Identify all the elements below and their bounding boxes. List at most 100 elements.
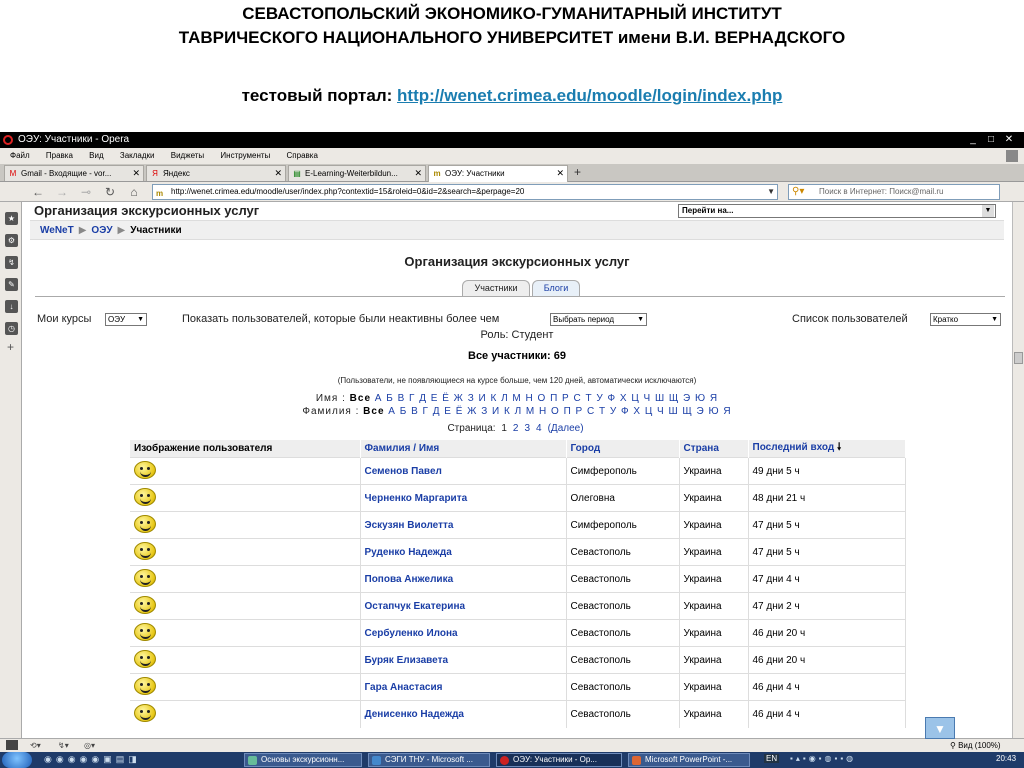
quick-launch-icons[interactable]: ◉◉◉◉◉▣▤◨ xyxy=(44,754,141,765)
user-list-select[interactable]: Кратко ▼ xyxy=(930,313,1001,326)
close-tab-icon[interactable]: ✕ xyxy=(556,166,564,181)
page-link[interactable]: 4 xyxy=(536,423,542,434)
col-lastaccess[interactable]: Последний вход 🠗 xyxy=(748,440,906,458)
menu-bookmarks[interactable]: Закладки xyxy=(120,148,155,164)
portal-link[interactable]: http://wenet.crimea.edu/moodle/login/ind… xyxy=(397,86,782,105)
user-avatar-icon[interactable] xyxy=(134,541,156,560)
page-link[interactable]: 2 xyxy=(513,423,519,434)
url-input[interactable]: m http://wenet.crimea.edu/moodle/user/in… xyxy=(152,184,778,200)
user-name[interactable]: Буряк Елизавета xyxy=(360,646,567,674)
task-segi[interactable]: СЭГИ ТНУ - Microsoft ... xyxy=(368,753,490,767)
user-avatar-icon[interactable] xyxy=(134,622,156,641)
user-avatar-icon[interactable] xyxy=(134,676,156,695)
tab-participants[interactable]: m ОЭУ: Участники ✕ xyxy=(428,165,568,182)
panel-toggle-icon[interactable] xyxy=(6,740,18,750)
user-name[interactable]: Семенов Павел xyxy=(360,457,567,485)
close-icon[interactable]: ✕ xyxy=(1002,133,1016,146)
back-icon[interactable]: ← xyxy=(30,184,46,200)
menu-view[interactable]: Вид xyxy=(89,148,103,164)
menu-help[interactable]: Справка xyxy=(287,148,318,164)
start-button[interactable] xyxy=(2,752,32,768)
downloads-panel-icon[interactable]: ↓ xyxy=(5,300,18,313)
user-name[interactable]: Руденко Надежда xyxy=(360,538,567,566)
filter-row: Мои курсы ОЭУ ▼ Показать пользователей, к… xyxy=(22,311,1012,327)
col-lastaccess-link[interactable]: Последний вход xyxy=(753,442,835,453)
bookmarks-panel-icon[interactable]: ★ xyxy=(5,212,18,225)
next-page-link[interactable]: (Далее) xyxy=(548,423,584,434)
user-name[interactable]: Черненко Маргарита xyxy=(360,484,567,512)
turbo-icon[interactable]: ◎▾ xyxy=(84,739,95,752)
search-input[interactable]: ⚲▾ Поиск в Интернет: Поиск@mail.ru xyxy=(788,184,1000,200)
close-tab-icon[interactable]: ✕ xyxy=(274,166,282,181)
user-avatar-icon[interactable] xyxy=(134,703,156,722)
col-firstname-link[interactable]: Имя xyxy=(419,443,439,454)
tab-yandex[interactable]: Я Яндекс ✕ xyxy=(146,165,286,181)
home-icon[interactable]: ⌂ xyxy=(126,184,142,200)
user-name[interactable]: Гара Анастасия xyxy=(360,673,567,701)
user-name[interactable]: Денисенко Надежда xyxy=(360,700,567,728)
zoom-level[interactable]: ⚲ Вид (100%) xyxy=(950,739,1001,752)
menu-tools[interactable]: Инструменты xyxy=(220,148,270,164)
user-avatar-icon[interactable] xyxy=(134,595,156,614)
user-avatar-icon[interactable] xyxy=(134,568,156,587)
col-city[interactable]: Город xyxy=(566,440,680,458)
task-opera[interactable]: ОЭУ: Участники - Op... xyxy=(496,753,622,767)
scrollbar-thumb[interactable] xyxy=(1014,352,1023,364)
rewind-icon[interactable]: ⊸ xyxy=(78,184,94,200)
user-name[interactable]: Эскузян Виолетта xyxy=(360,511,567,539)
trash-icon[interactable] xyxy=(1006,150,1018,162)
history-panel-icon[interactable]: ◷ xyxy=(5,322,18,335)
tab-participants-page[interactable]: Участники xyxy=(462,280,530,296)
tab-gmail[interactable]: M Gmail - Входящие - vor... ✕ xyxy=(4,165,144,181)
language-indicator[interactable]: EN xyxy=(764,754,780,763)
notes-panel-icon[interactable]: ✎ xyxy=(5,278,18,291)
tab-elearning[interactable]: ▤ E-Learning-Weiterbildun... ✕ xyxy=(288,165,426,181)
sync-icon[interactable]: ⟲▾ xyxy=(30,739,41,752)
menu-widgets[interactable]: Виджеты xyxy=(171,148,204,164)
task-powerpoint[interactable]: Microsoft PowerPoint -... xyxy=(628,753,750,767)
user-avatar-icon[interactable] xyxy=(134,514,156,533)
lastname-letters[interactable]: А Б В Г Д Е Ё Ж З И К Л М Н О П Р С Т У … xyxy=(388,406,731,417)
minimize-icon[interactable]: _ xyxy=(966,133,980,146)
firstname-letters[interactable]: А Б В Г Д Е Ё Ж З И К Л М Н О П Р С Т У … xyxy=(375,393,718,404)
tray-icons[interactable]: ▪▴▪◉▪◍▪▪◍ xyxy=(790,754,856,763)
my-courses-select[interactable]: ОЭУ ▼ xyxy=(105,313,147,326)
chevron-down-icon[interactable]: ▼ xyxy=(767,185,775,199)
col-name[interactable]: Фамилия / Имя xyxy=(360,440,567,458)
widgets-panel-icon[interactable]: ⚙ xyxy=(5,234,18,247)
user-avatar-icon[interactable] xyxy=(134,487,156,506)
col-country[interactable]: Страна xyxy=(679,440,749,458)
breadcrumb-course[interactable]: ОЭУ xyxy=(91,225,112,236)
menu-file[interactable]: Файл xyxy=(10,148,30,164)
user-avatar-icon[interactable] xyxy=(134,460,156,479)
col-country-link[interactable]: Страна xyxy=(684,443,719,454)
user-avatar-icon[interactable] xyxy=(134,649,156,668)
unite-panel-icon[interactable]: ↯ xyxy=(5,256,18,269)
user-picture-cell xyxy=(130,592,361,620)
col-lastname-link[interactable]: Фамилия xyxy=(365,443,411,454)
reload-icon[interactable]: ↻ xyxy=(102,184,118,200)
maximize-icon[interactable]: □ xyxy=(984,133,998,146)
search-engine-icon[interactable]: ⚲▾ xyxy=(792,185,804,199)
breadcrumb-wenet[interactable]: WeNeT xyxy=(40,225,74,236)
scroll-down-icon[interactable]: ▼ xyxy=(925,717,955,739)
user-name[interactable]: Остапчук Екатерина xyxy=(360,592,567,620)
task-label: Microsoft PowerPoint -... xyxy=(645,755,733,764)
jump-to-select[interactable]: Перейти на... ▼ xyxy=(678,204,996,218)
vertical-scrollbar[interactable] xyxy=(1012,202,1024,738)
forward-icon[interactable]: → xyxy=(54,184,70,200)
task-excursions[interactable]: Основы экскурсионн... xyxy=(244,753,362,767)
add-panel-icon[interactable]: + xyxy=(7,340,14,354)
close-tab-icon[interactable]: ✕ xyxy=(414,166,422,181)
page-link[interactable]: 3 xyxy=(524,423,530,434)
menu-edit[interactable]: Правка xyxy=(46,148,73,164)
close-tab-icon[interactable]: ✕ xyxy=(132,166,140,181)
user-name[interactable]: Попова Анжелика xyxy=(360,565,567,593)
user-name[interactable]: Сербуленко Илона xyxy=(360,619,567,647)
col-city-link[interactable]: Город xyxy=(571,443,601,454)
breadcrumb-separator-icon: ▶ xyxy=(78,225,87,236)
new-tab-icon[interactable]: + xyxy=(574,165,581,179)
tab-blogs[interactable]: Блоги xyxy=(532,280,580,296)
inactive-period-select[interactable]: Выбрать период ▼ xyxy=(550,313,647,326)
unite-icon[interactable]: ↯▾ xyxy=(58,739,69,752)
